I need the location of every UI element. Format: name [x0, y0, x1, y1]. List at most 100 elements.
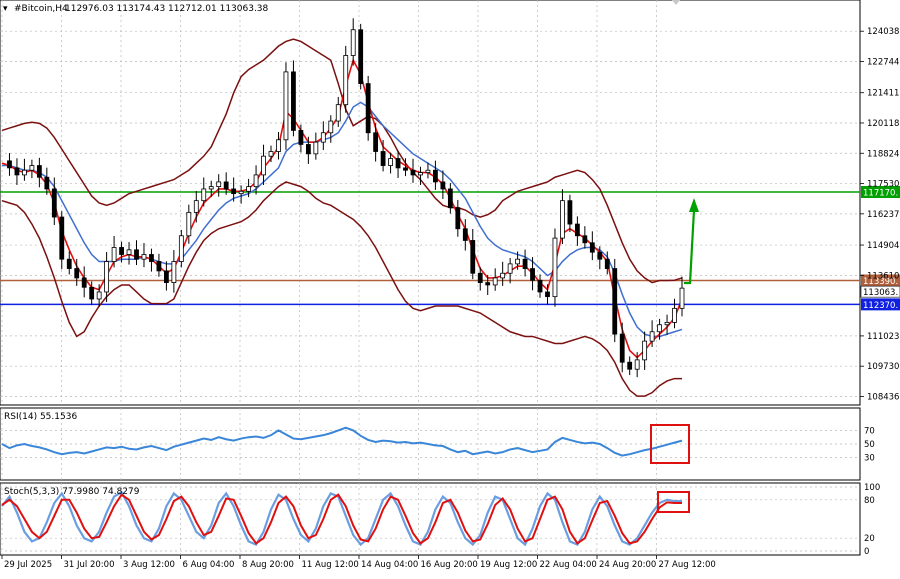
price-axis: 124038. 122744. 121411. 120118. 118824. 11753… [860, 27, 900, 402]
candle-body [343, 55, 349, 106]
candle-body [388, 158, 393, 166]
x-tick-label: 16 Aug 20:00 [421, 560, 478, 570]
chart-canvas: 117170.113390.112370.113063. 124038.1227… [0, 0, 900, 570]
candle-body [373, 132, 379, 152]
x-tick-label: 6 Aug 04:00 [183, 560, 235, 570]
y-tick-label: 113610. [867, 271, 900, 281]
x-tick-label: 24 Aug 20:00 [599, 560, 656, 570]
candle-body [455, 207, 461, 230]
rsi-tick-label: 70 [864, 426, 875, 436]
level-tag-label: 117170. [863, 188, 898, 198]
candle-body [238, 190, 244, 195]
candle-body [149, 254, 154, 262]
level-tag-label: 112370. [863, 301, 898, 311]
y-tick-label: 117530. [867, 180, 900, 190]
y-tick-label: 114904. [867, 241, 900, 251]
candle-body [89, 286, 95, 300]
candle-body [261, 155, 266, 176]
candle-body [365, 83, 371, 134]
candle-body [313, 141, 319, 155]
candle-body [14, 167, 20, 176]
candle-body [522, 258, 528, 269]
y-tick-label: 108436. [867, 392, 900, 402]
candle-body [171, 261, 177, 284]
candle-body [492, 277, 498, 286]
candle-body [208, 186, 214, 190]
y-tick-label: 124038. [867, 27, 900, 37]
candle-body [134, 249, 139, 260]
candle-body [201, 188, 207, 202]
candle-body [216, 181, 222, 188]
candle-body [36, 165, 42, 178]
candle-body [545, 291, 550, 298]
time-axis: 29 Jul 2025 31 Jul 20:00 3 Aug 12:00 6 Aug … [1, 555, 716, 570]
y-tick-label: 120118. [867, 119, 900, 129]
candle [178, 229, 184, 268]
candle-body [328, 120, 334, 134]
rsi-axis: 70 50 30 [864, 426, 875, 463]
candle-body [604, 258, 610, 269]
x-tick-label: 29 Jul 2025 [4, 560, 52, 570]
main-panel [0, 0, 861, 406]
x-tick-label: 22 Aug 04:00 [540, 560, 597, 570]
candle-body [560, 200, 565, 239]
candle-body [111, 247, 117, 262]
symbol-arrow: ▾ [3, 4, 8, 14]
stoch-axis: 100 80 20 0 [864, 483, 880, 557]
stoch-tick-label: 100 [864, 483, 880, 493]
candle-body [403, 167, 408, 171]
candle-body [485, 282, 491, 286]
candle-body [74, 268, 80, 279]
candle-body [552, 237, 558, 298]
x-tick-label: 3 Aug 12:00 [123, 560, 175, 570]
candle-body [223, 181, 229, 190]
stoch-tick-label: 0 [864, 547, 869, 557]
candle [291, 60, 296, 137]
candle-body [320, 132, 326, 143]
candle-body [96, 291, 102, 300]
candle-body [350, 29, 356, 56]
candle-body [380, 151, 386, 166]
candle-body [612, 268, 618, 335]
candle [358, 23, 364, 90]
candle-body [283, 71, 289, 141]
candle [343, 45, 349, 113]
y-tick-label: 121411. [867, 89, 900, 99]
candle-body [178, 235, 184, 262]
candle [283, 62, 289, 150]
candle-body [298, 130, 304, 145]
candle-body [66, 258, 72, 269]
candle-body [246, 186, 251, 192]
x-tick-label: 19 Aug 12:00 [480, 560, 537, 570]
x-tick-label: 11 Aug 12:00 [302, 560, 359, 570]
candle-body [119, 247, 124, 255]
stoch-tick-label: 20 [864, 534, 875, 544]
ohlc-text: 112976.03 113174.43 112712.01 113063.38 [65, 4, 269, 14]
candle-body [268, 151, 274, 157]
candle-body [156, 261, 162, 272]
candle-body [253, 174, 259, 188]
candle-body [462, 228, 468, 241]
candle-body [574, 223, 580, 237]
candle-body [231, 188, 237, 195]
candle-body [433, 169, 438, 183]
candle-body [470, 240, 476, 274]
candle-body [619, 333, 625, 363]
candle-body [81, 277, 87, 288]
candle-body [589, 242, 595, 253]
candle-body [51, 188, 57, 218]
candle-body [642, 340, 648, 361]
candle-body [515, 258, 521, 265]
candle-body [597, 251, 603, 260]
x-tick-label: 31 Jul 20:00 [64, 560, 115, 570]
x-tick-label: 27 Aug 12:00 [659, 560, 716, 570]
candle-body [7, 160, 12, 169]
candle-body [507, 263, 513, 274]
candle-body [447, 188, 453, 209]
candle-body [537, 279, 543, 293]
candle-body [104, 261, 110, 293]
candle-body [634, 359, 640, 370]
candle-body [29, 165, 35, 171]
x-tick-label: 14 Aug 04:00 [361, 560, 418, 570]
candle-body [163, 270, 169, 283]
